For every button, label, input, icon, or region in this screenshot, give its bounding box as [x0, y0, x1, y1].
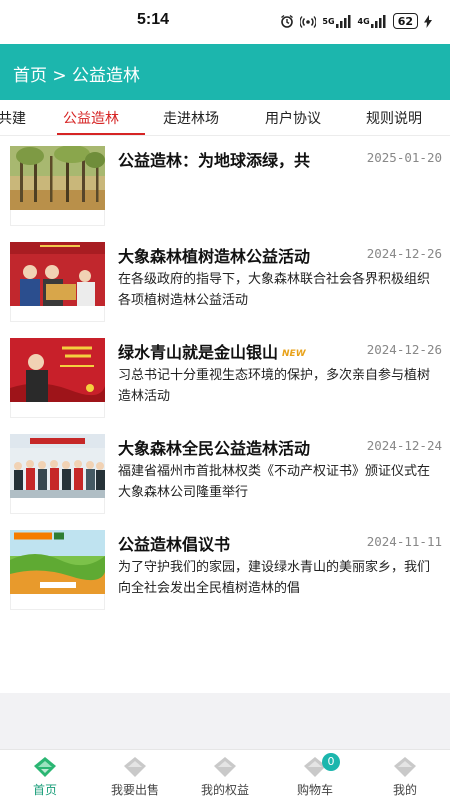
article-summary: 在各级政府的指导下，大象森林联合社会各界积极组织各项植树造林公益活动: [118, 272, 431, 308]
tab-user-agreement[interactable]: 用户协议: [265, 108, 321, 128]
article-summary: 习总书记十分重视生态环境的保护，多次亲自参与植树造林活动: [118, 368, 431, 404]
tab-bar: 共建 公益造林 走进林场 用户协议 规则说明: [0, 100, 450, 136]
status-icons: 5G 4G 62: [280, 11, 432, 31]
nav-label: 购物车: [296, 783, 333, 797]
hotspot-icon: [300, 14, 317, 28]
tab-rules[interactable]: 规则说明: [366, 108, 422, 128]
tab-public-afforestation[interactable]: 公益造林: [63, 108, 119, 128]
article-summary: 福建省福州市首批林权类《不动产权证书》颁证仪式在大象森林公司隆重举行: [118, 464, 431, 500]
list-item[interactable]: 公益造林：为地球添绿，共 2025-01-20: [0, 137, 450, 233]
article-title-text: 绿水青山就是金山银山: [118, 343, 279, 362]
article-date: 2024-12-26: [366, 342, 442, 357]
signal-4g-icon: 4G: [358, 14, 387, 28]
article-thumbnail: [10, 146, 105, 210]
nav-home[interactable]: 首页: [0, 750, 90, 800]
rights-icon: [214, 757, 236, 777]
article-title: 大象森林植树造林公益活动: [118, 247, 311, 266]
article-thumbnail: [10, 530, 105, 594]
battery-indicator: 62: [392, 13, 418, 29]
cart-count-badge: 0: [322, 753, 340, 771]
article-thumbnail: [10, 434, 105, 498]
nav-label: 我的: [392, 783, 417, 797]
tab-visit-forest-farm[interactable]: 走进林场: [163, 108, 219, 128]
empty-footer-area: [0, 693, 450, 749]
tab-gongjian[interactable]: 共建: [0, 108, 26, 128]
nav-label: 我的权益: [200, 783, 249, 797]
article-summary: 为了守护我们的家园，建设绿水青山的美丽家乡，我们向全社会发出全民植树造林的倡: [118, 560, 431, 596]
status-bar: 5:14 5G 4G 62: [0, 0, 450, 44]
article-date: 2024-11-11: [366, 534, 442, 549]
nav-sell[interactable]: 我要出售: [90, 750, 180, 800]
signal-5g-icon: 5G: [322, 14, 351, 28]
nav-rights[interactable]: 我的权益: [180, 750, 270, 800]
article-title: 大象森林全民公益造林活动: [118, 439, 311, 458]
new-badge: NEW: [282, 348, 306, 359]
bottom-navigation: 首页 我要出售 我的权益 0 购物车 我的: [0, 749, 450, 800]
article-date: 2025-01-20: [366, 150, 442, 165]
article-thumbnail: [10, 242, 105, 306]
article-date: 2024-12-26: [366, 246, 442, 261]
list-item[interactable]: 大象森林植树造林公益活动 2024-12-26 在各级政府的指导下，大象森林联合…: [0, 233, 450, 329]
status-time: 5:14: [137, 11, 170, 28]
list-item[interactable]: 大象森林全民公益造林活动 2024-12-24 福建省福州市首批林权类《不动产权…: [0, 425, 450, 521]
list-item[interactable]: 绿水青山就是金山银山 NEW 2024-12-26 习总书记十分重视生态环境的保护…: [0, 329, 450, 425]
breadcrumb[interactable]: 首页 > 公益造林: [13, 61, 140, 86]
nav-label: 首页: [32, 783, 57, 797]
nav-label: 我要出售: [110, 783, 159, 797]
article-title: 绿水青山就是金山银山 NEW: [118, 339, 363, 363]
nav-profile[interactable]: 我的: [360, 750, 450, 800]
article-title: 公益造林倡议书: [118, 535, 231, 554]
article-title: 公益造林：为地球添绿，共: [118, 151, 311, 170]
charging-icon: [424, 14, 432, 28]
header-bar: 首页 > 公益造林: [0, 44, 450, 100]
active-tab-indicator: [57, 133, 145, 135]
article-thumbnail: [10, 338, 105, 402]
sell-icon: [124, 757, 146, 777]
list-item[interactable]: 公益造林倡议书 2024-11-11 为了守护我们的家园，建设绿水青山的美丽家乡…: [0, 521, 450, 617]
article-date: 2024-12-24: [366, 438, 442, 453]
home-icon: [34, 757, 56, 777]
article-summary: [118, 173, 440, 215]
alarm-icon: [280, 14, 294, 28]
nav-cart[interactable]: 0 购物车: [270, 750, 360, 800]
profile-icon: [394, 757, 416, 777]
